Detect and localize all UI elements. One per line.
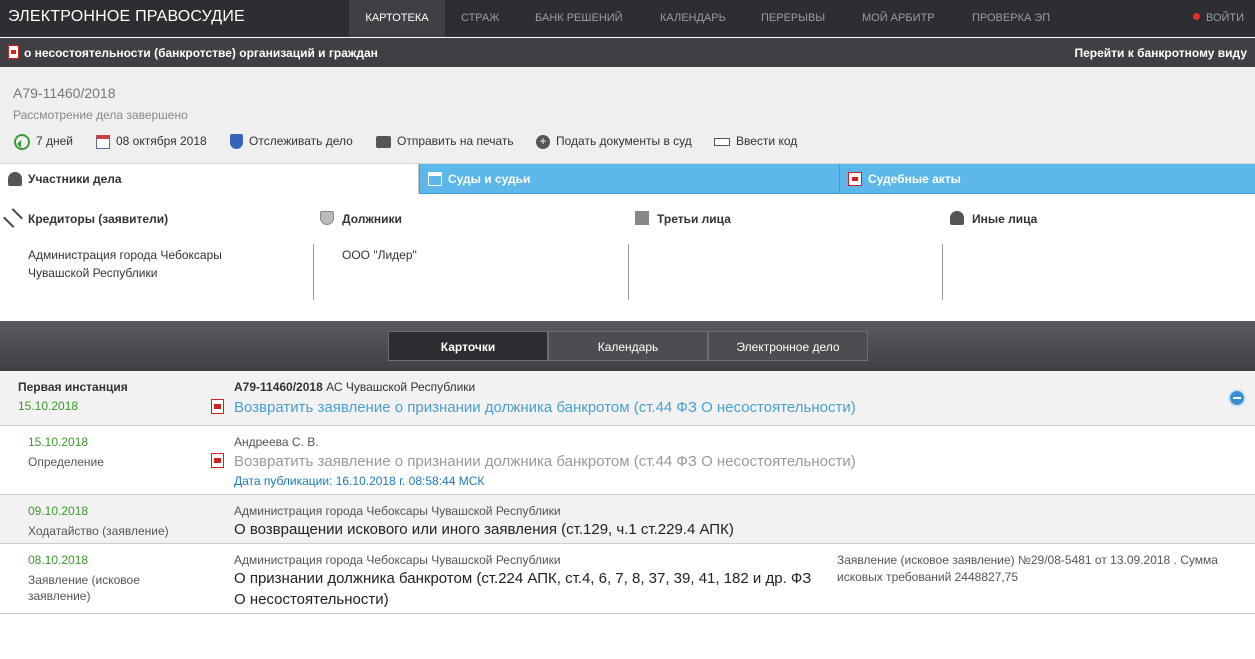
nav-item-check-ep[interactable]: ПРОВЕРКА ЭП xyxy=(972,0,1050,37)
document-date: 08.10.2018 xyxy=(28,553,89,567)
creditors-heading: Кредиторы (заявители) xyxy=(3,208,168,228)
top-navigation: ЭЛЕКТРОННОЕ ПРАВОСУДИЕ КАРТОТЕКА СТРАЖ Б… xyxy=(0,0,1255,37)
track-case-button[interactable]: Отслеживать дело xyxy=(230,132,353,150)
document-author: Администрация города Чебоксары Чувашской… xyxy=(234,553,561,567)
tab-court-acts[interactable]: Судебные акты xyxy=(839,164,1255,194)
case-category-bar: о несостоятельности (банкротстве) органи… xyxy=(0,38,1255,67)
view-cards-button[interactable]: Карточки xyxy=(388,331,548,361)
document-date: 15.10.2018 xyxy=(28,435,89,449)
submit-documents-button[interactable]: + Подать документы в суд xyxy=(536,132,692,150)
instance-header: Первая инстанция 15.10.2018 А79-11460/20… xyxy=(0,371,1255,426)
print-button[interactable]: Отправить на печать xyxy=(376,132,514,150)
enter-code-button[interactable]: Ввести код xyxy=(714,132,797,150)
case-number: А79-11460/2018 xyxy=(13,85,116,101)
shield-icon xyxy=(320,211,334,225)
document-type: Заявление (исковое заявление) xyxy=(28,573,140,603)
creditor-name[interactable]: Администрация города Чебоксары Чувашской… xyxy=(28,246,222,282)
document-type: Определение xyxy=(28,455,104,469)
debtor-name[interactable]: ООО "Лидер" xyxy=(342,246,417,264)
nav-item-kartoteka[interactable]: КАРТОТЕКА xyxy=(349,0,445,37)
document-author: Андреева С. В. xyxy=(234,435,319,449)
instance-court: А79-11460/2018 АС Чувашской Республики xyxy=(234,380,476,394)
plus-icon: + xyxy=(536,134,550,149)
calendar-icon xyxy=(96,134,110,149)
case-tabs: Участники дела Суды и судьи Судебные акт… xyxy=(0,164,1255,194)
document-row: 09.10.2018 Ходатайство (заявление) Админ… xyxy=(0,495,1255,544)
case-status: Рассмотрение дела завершено xyxy=(13,108,188,122)
pdf-icon[interactable] xyxy=(211,453,224,468)
nav-item-calendar[interactable]: КАЛЕНДАРЬ xyxy=(660,0,726,37)
bankruptcy-view-link[interactable]: Перейти к банкротному виду xyxy=(1074,46,1247,60)
user-icon xyxy=(950,211,964,225)
login-link[interactable]: ВОЙТИ xyxy=(1193,0,1244,37)
document-title: О признании должника банкротом (ст.224 А… xyxy=(234,570,812,608)
login-dot-icon xyxy=(1193,13,1200,20)
document-author: Администрация города Чебоксары Чувашской… xyxy=(234,504,561,518)
tab-courts-judges[interactable]: Суды и судьи xyxy=(419,164,839,194)
view-calendar-button[interactable]: Календарь xyxy=(548,331,708,361)
instance-date: 15.10.2018 xyxy=(18,399,79,413)
column-divider xyxy=(313,244,314,300)
code-icon xyxy=(714,137,730,146)
view-electronic-case-button[interactable]: Электронное дело xyxy=(708,331,868,361)
third-parties-icon xyxy=(635,211,649,225)
nav-item-breaks[interactable]: ПЕРЕРЫВЫ xyxy=(761,0,825,37)
case-category-title: о несостоятельности (банкротстве) органи… xyxy=(24,46,378,60)
document-row: 15.10.2018 Определение Андреева С. В. Во… xyxy=(0,426,1255,495)
nav-item-bank-resheniy[interactable]: БАНК РЕШЕНИЙ xyxy=(535,0,623,37)
document-row: 08.10.2018 Заявление (исковое заявление)… xyxy=(0,544,1255,614)
days-counter: 7 дней xyxy=(14,132,73,150)
swords-icon xyxy=(3,208,23,228)
nav-item-strazh[interactable]: СТРАЖ xyxy=(461,0,499,37)
tab-participants[interactable]: Участники дела xyxy=(0,164,419,194)
document-date: 09.10.2018 xyxy=(28,504,89,518)
printer-icon xyxy=(376,135,391,148)
debtors-heading: Должники xyxy=(320,211,402,226)
document-title: О возвращении искового или иного заявлен… xyxy=(234,521,734,538)
pdf-icon xyxy=(848,172,862,186)
third-parties-heading: Третьи лица xyxy=(635,211,731,226)
column-divider xyxy=(942,244,943,300)
shield-icon xyxy=(230,134,243,150)
document-icon xyxy=(8,45,19,59)
publication-date: Дата публикации: 16.10.2018 г. 08:58:44 … xyxy=(234,474,485,488)
history-icon xyxy=(14,133,30,150)
participants-panel: Кредиторы (заявители) Администрация горо… xyxy=(0,194,1255,321)
document-note: Заявление (исковое заявление) №29/08-548… xyxy=(837,553,1218,584)
document-type: Ходатайство (заявление) xyxy=(28,524,169,538)
pdf-icon[interactable] xyxy=(211,399,224,414)
document-title[interactable]: Возвратить заявление о признании должник… xyxy=(234,451,856,472)
instance-title: Первая инстанция xyxy=(18,380,128,394)
hearing-date[interactable]: 08 октября 2018 xyxy=(96,132,207,150)
collapse-icon[interactable] xyxy=(1228,389,1246,407)
column-divider xyxy=(628,244,629,300)
person-icon xyxy=(8,172,22,186)
courthouse-icon xyxy=(428,172,442,186)
case-header: А79-11460/2018 Рассмотрение дела заверше… xyxy=(0,67,1255,164)
site-brand[interactable]: ЭЛЕКТРОННОЕ ПРАВОСУДИЕ xyxy=(8,8,245,26)
instance-act-link[interactable]: Возвратить заявление о признании должник… xyxy=(234,399,856,416)
view-switch-bar: Карточки Календарь Электронное дело xyxy=(0,321,1255,371)
nav-item-my-arbitr[interactable]: МОЙ АРБИТР xyxy=(862,0,935,37)
other-persons-heading: Иные лица xyxy=(950,211,1037,226)
